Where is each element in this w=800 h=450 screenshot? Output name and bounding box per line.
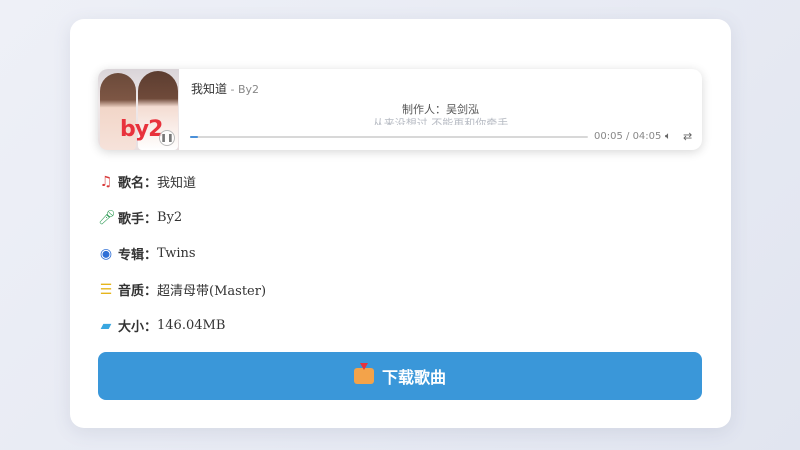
time-separator: / xyxy=(622,131,633,142)
info-row-song: ♫ 歌名： 我知道 xyxy=(98,172,197,192)
info-label-album: 专辑： xyxy=(118,248,158,263)
info-label-song: 歌名： xyxy=(118,176,158,191)
music-player: by2 ❚❚ 我知道 - By2 制作人：吴剑泓 从来没想过 不能再和你牵手 0… xyxy=(98,69,702,150)
sliders-icon: ☰ xyxy=(99,281,113,298)
cover-logo: by2 xyxy=(120,117,163,142)
folder-icon: ▰ xyxy=(100,317,112,334)
time-display: 00:05 / 04:05 xyxy=(594,131,661,142)
song-title: 我知道 xyxy=(191,82,228,96)
progress-bar[interactable] xyxy=(190,136,588,138)
info-row-size: ▰ 大小： 146.04MB xyxy=(98,316,226,336)
info-value-artist: By2 xyxy=(157,210,183,225)
loop-icon[interactable]: ⇄ xyxy=(683,130,692,143)
time-total: 04:05 xyxy=(632,131,662,142)
time-current: 00:05 xyxy=(594,131,623,142)
info-value-album: Twins xyxy=(157,246,196,261)
download-button-label: 下载歌曲 xyxy=(381,368,446,387)
info-value-quality: 超清母带(Master) xyxy=(157,284,267,299)
artist-separator: - xyxy=(227,83,238,96)
pause-icon[interactable]: ❚❚ xyxy=(159,130,175,146)
info-label-artist: 歌手： xyxy=(118,212,158,227)
info-row-quality: ☰ 音质： 超清母带(Master) xyxy=(98,280,267,300)
info-row-album: ◉ 专辑： Twins xyxy=(98,244,196,264)
lyric-next: 从来没想过 不能再和你牵手 xyxy=(372,117,509,125)
music-note-icon: ♫ xyxy=(99,173,113,190)
song-artist: By2 xyxy=(237,83,260,96)
info-row-artist: 🎤︎ 歌手： By2 xyxy=(98,208,183,228)
info-value-size: 146.04MB xyxy=(157,318,226,333)
download-tray-icon xyxy=(353,363,374,384)
disc-icon: ◉ xyxy=(99,245,113,262)
info-value-song: 我知道 xyxy=(157,176,197,191)
song-title-line: 我知道 - By2 xyxy=(191,80,259,97)
progress-fill xyxy=(190,136,198,138)
album-cover: by2 ❚❚ xyxy=(98,69,179,150)
download-button[interactable]: 下载歌曲 xyxy=(98,352,702,400)
volume-icon[interactable]: 🔈︎ xyxy=(665,131,671,142)
info-label-quality: 音质： xyxy=(118,284,158,299)
info-label-size: 大小： xyxy=(118,320,158,335)
microphone-icon: 🎤︎ xyxy=(98,209,116,226)
